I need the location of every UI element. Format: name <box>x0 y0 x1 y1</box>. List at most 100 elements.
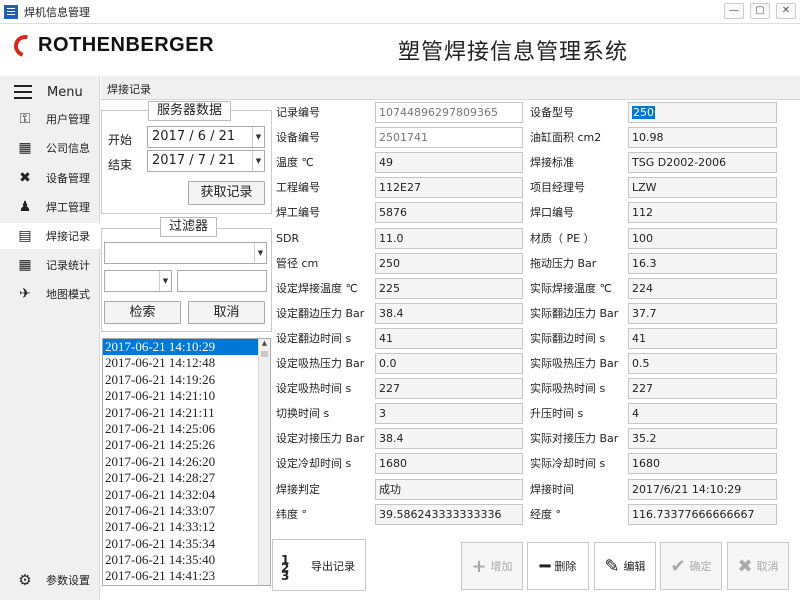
filter-field-select[interactable]: ▼ <box>104 242 267 264</box>
start-date-picker[interactable]: 2017 / 6 / 21 ▼ <box>147 126 265 148</box>
detail-value[interactable]: 37.7 <box>628 303 777 324</box>
detail-label: 设定冷却时间 s <box>276 457 352 470</box>
breadcrumb-label: 焊接记录 <box>107 83 151 96</box>
filter-title: 过滤器 <box>160 217 218 237</box>
detail-value[interactable]: 2501741 <box>375 127 523 148</box>
building-icon: ▦ <box>18 140 32 156</box>
detail-value[interactable]: 100 <box>628 228 777 249</box>
detail-value[interactable]: 116.73377666666667 <box>628 504 777 525</box>
list-item[interactable]: 2017-06-21 14:33:12 <box>103 519 258 535</box>
detail-value[interactable]: 225 <box>375 278 523 299</box>
app-icon <box>4 4 18 19</box>
end-date-picker[interactable]: 2017 / 7 / 21 ▼ <box>147 150 265 172</box>
record-list-scrollbar[interactable]: ▲ <box>258 339 270 585</box>
detail-value[interactable]: 35.2 <box>628 428 777 449</box>
detail-value[interactable]: 250 <box>375 253 523 274</box>
record-list[interactable]: 2017-06-21 14:10:29 2017-06-21 14:12:48 20… <box>102 338 271 586</box>
detail-value[interactable]: 227 <box>628 378 777 399</box>
detail-label: 设定对接压力 Bar <box>276 432 365 445</box>
detail-label: 实际冷却时间 s <box>530 457 606 470</box>
detail-value[interactable]: 41 <box>628 328 777 349</box>
sidebar-item-map[interactable]: ✈ 地图模式 <box>0 281 100 307</box>
sidebar-item-welders[interactable]: ♟ 焊工管理 <box>0 194 100 220</box>
window-title: 焊机信息管理 <box>24 5 90 19</box>
sidebar-item-devices[interactable]: ✖ 设备管理 <box>0 165 100 191</box>
list-item[interactable]: 2017-06-21 14:25:26 <box>103 437 258 453</box>
detail-value[interactable]: 0.0 <box>375 353 523 374</box>
filter-operator-select[interactable]: ▼ <box>104 270 172 292</box>
detail-value[interactable]: 2017/6/21 14:10:29 <box>628 479 777 500</box>
list-item[interactable]: 2017-06-21 14:41:23 <box>103 568 258 584</box>
list-item[interactable]: 2017-06-21 14:12:48 <box>103 355 258 371</box>
sidebar-item-company[interactable]: ▦ 公司信息 <box>0 135 100 161</box>
app-header: ROTHENBERGER 塑管焊接信息管理系统 <box>0 24 800 76</box>
detail-label: 设备编号 <box>276 131 320 144</box>
detail-value[interactable]: 3 <box>375 403 523 424</box>
list-item[interactable]: 2017-06-21 14:26:20 <box>103 454 258 470</box>
minus-icon: ━ <box>539 555 551 577</box>
detail-value[interactable]: 0.5 <box>628 353 777 374</box>
detail-value[interactable]: 16.3 <box>628 253 777 274</box>
detail-label: 油缸面积 cm2 <box>530 131 602 144</box>
add-button[interactable]: + 增加 <box>461 542 523 590</box>
detail-value[interactable]: LZW <box>628 177 777 198</box>
scroll-up-icon[interactable]: ▲ <box>259 339 270 351</box>
start-label: 开始 <box>108 133 133 147</box>
filter-cancel-button[interactable]: 取消 <box>188 301 265 324</box>
sidebar-item-users[interactable]: ⚿ 用户管理 <box>0 106 100 132</box>
list-item[interactable]: 2017-06-21 14:10:29 <box>103 339 258 356</box>
detail-value[interactable]: 4 <box>628 403 777 424</box>
detail-value[interactable]: 10744896297809365 <box>375 102 523 123</box>
list-item[interactable]: 2017-06-21 14:25:06 <box>103 421 258 437</box>
cancel-edit-button[interactable]: ✖ 取消 <box>727 542 789 590</box>
detail-value[interactable]: 11.0 <box>375 228 523 249</box>
detail-value[interactable]: 112E27 <box>375 177 523 198</box>
list-item[interactable]: 2017-06-21 14:33:07 <box>103 503 258 519</box>
detail-label: 实际焊接温度 ℃ <box>530 282 612 295</box>
chevron-down-icon: ▼ <box>254 243 266 263</box>
detail-label: 升压时间 s <box>530 407 584 420</box>
detail-value[interactable]: 38.4 <box>375 428 523 449</box>
detail-label: 设定翻边时间 s <box>276 332 352 345</box>
list-item[interactable]: 2017-06-21 14:35:34 <box>103 536 258 552</box>
menu-toggle[interactable]: Menu <box>0 80 100 104</box>
logo-swoosh-icon <box>9 30 41 61</box>
list-item[interactable]: 2017-06-21 14:19:26 <box>103 372 258 388</box>
detail-value[interactable]: 227 <box>375 378 523 399</box>
close-button[interactable]: ✕ <box>776 3 796 19</box>
detail-value[interactable]: 1680 <box>375 453 523 474</box>
edit-button[interactable]: ✎ 编辑 <box>594 542 656 590</box>
detail-value[interactable]: 250 <box>628 102 777 123</box>
sidebar-item-statistics[interactable]: ▦ 记录统计 <box>0 252 100 278</box>
detail-value[interactable]: 成功 <box>375 479 523 500</box>
detail-value[interactable]: 38.4 <box>375 303 523 324</box>
detail-value[interactable]: 10.98 <box>628 127 777 148</box>
detail-value[interactable]: TSG D2002-2006 <box>628 152 777 173</box>
scroll-thumb[interactable] <box>261 351 268 357</box>
search-button[interactable]: 检索 <box>104 301 181 324</box>
detail-value[interactable]: 49 <box>375 152 523 173</box>
filter-value-input[interactable] <box>177 270 267 292</box>
list-item[interactable]: 2017-06-21 14:35:40 <box>103 552 258 568</box>
list-item[interactable]: 2017-06-21 14:21:10 <box>103 388 258 404</box>
detail-label: 焊接标准 <box>530 156 574 169</box>
detail-value[interactable]: 39.586243333333336 <box>375 504 523 525</box>
list-item[interactable]: 2017-06-21 14:21:11 <box>103 405 258 421</box>
export-records-button[interactable]: 1 2 3 导出记录 <box>272 539 366 591</box>
detail-value[interactable]: 41 <box>375 328 523 349</box>
detail-label: 实际吸热压力 Bar <box>530 357 619 370</box>
fetch-records-button[interactable]: 获取记录 <box>188 181 265 205</box>
minimize-button[interactable]: — <box>724 3 744 19</box>
sidebar-item-settings[interactable]: ⚙ 参数设置 <box>0 568 100 592</box>
delete-button[interactable]: ━ 删除 <box>527 542 589 590</box>
detail-label: 工程编号 <box>276 181 320 194</box>
list-item[interactable]: 2017-06-21 14:28:27 <box>103 470 258 486</box>
detail-value[interactable]: 224 <box>628 278 777 299</box>
sidebar-item-weld-records[interactable]: ▤ 焊接记录 <box>0 223 100 249</box>
detail-value[interactable]: 112 <box>628 202 777 223</box>
list-item[interactable]: 2017-06-21 14:32:04 <box>103 487 258 503</box>
confirm-button[interactable]: ✔ 确定 <box>660 542 722 590</box>
detail-value[interactable]: 5876 <box>375 202 523 223</box>
detail-value[interactable]: 1680 <box>628 453 777 474</box>
maximize-button[interactable]: ▢ <box>750 3 770 19</box>
